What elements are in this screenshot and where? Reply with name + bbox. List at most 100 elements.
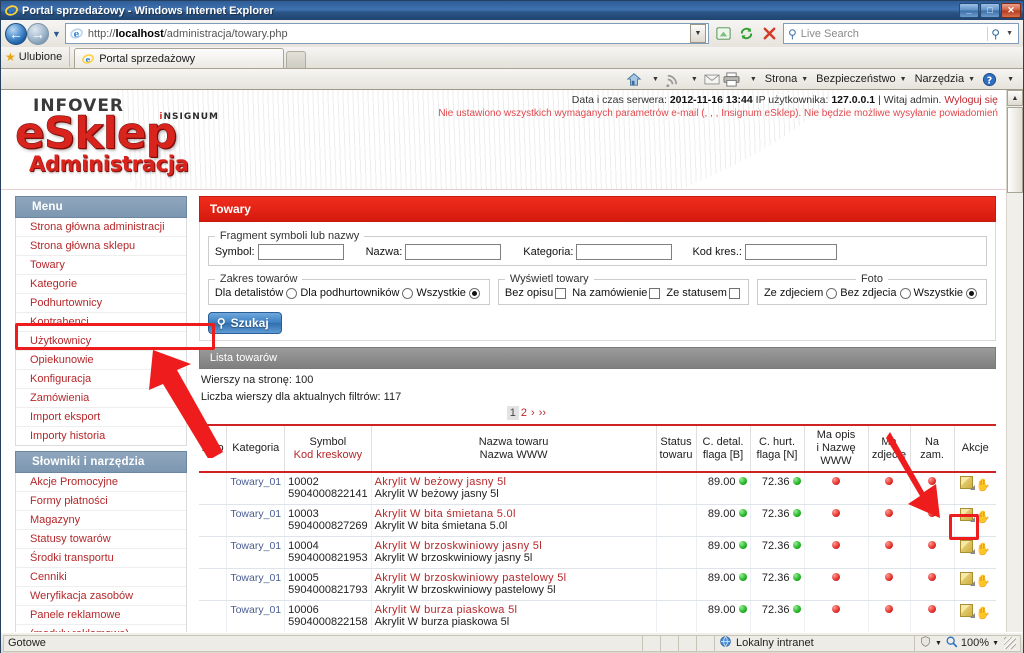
kategoria-input[interactable]	[576, 244, 673, 260]
zakres-option-wszystkie[interactable]: Wszystkie	[416, 287, 483, 299]
col-foto[interactable]: Foto	[198, 424, 227, 473]
command-narzedzia[interactable]: Narzędzia ▼	[912, 70, 978, 89]
sidebar-item-zamowienia[interactable]: Zamówienia	[16, 389, 186, 408]
symbol-input[interactable]	[257, 244, 344, 260]
back-icon[interactable]: ←	[5, 22, 27, 45]
hand-icon[interactable]: ✋	[976, 510, 991, 524]
sidebar-item-srodki-transportu[interactable]: Środki transportu	[16, 549, 186, 568]
zakres-option-podhurtownicy[interactable]: Dla podhurtowników	[300, 287, 416, 299]
checkbox-ze-statusem[interactable]	[728, 287, 740, 299]
print-chevron-down-icon[interactable]: ▼	[743, 70, 760, 89]
table-row[interactable]: Towary_01 10006 5904000822158 Akrylit W b…	[198, 600, 996, 632]
sidebar-item-opiekunowie[interactable]: Opiekunowie	[16, 351, 186, 370]
col-ma-opis[interactable]: Ma opis i Nazwę WWW	[803, 424, 868, 473]
sidebar-item-kategorie[interactable]: Kategorie	[16, 275, 186, 294]
refresh-icon[interactable]	[735, 23, 757, 44]
pager-page-2[interactable]: 2	[519, 407, 529, 419]
sidebar-item-moduly-reklamowe[interactable]: (moduły reklamowe)	[16, 625, 186, 632]
sidebar-item-strona-glowna-sklepu[interactable]: Strona główna sklepu	[16, 237, 186, 256]
address-chevron-down-icon[interactable]: ▼	[690, 24, 706, 43]
search-go-icon[interactable]: ⚲	[987, 26, 1003, 41]
cell-kategoria[interactable]: Towary_01	[226, 568, 285, 601]
sidebar-item-towary[interactable]: Towary	[16, 256, 186, 275]
sidebar-item-akcje-promocyjne[interactable]: Akcje Promocyjne	[16, 473, 186, 492]
sidebar-item-magazyny[interactable]: Magazyny	[16, 511, 186, 530]
cell-kategoria[interactable]: Towary_01	[226, 600, 285, 632]
hand-icon[interactable]: ✋	[976, 606, 991, 620]
feeds-chevron-down-icon[interactable]: ▼	[684, 70, 701, 89]
address-bar[interactable]: e http://localhost/administracja/towary.…	[64, 23, 709, 44]
foto-option-wszystkie[interactable]: Wszystkie	[914, 287, 981, 299]
table-row[interactable]: Towary_01 10002 5904000822141 Akrylit W b…	[198, 472, 996, 505]
sidebar-item-formy-platnosci[interactable]: Formy płatności	[16, 492, 186, 511]
new-tab-button[interactable]	[286, 51, 307, 68]
edit-icon[interactable]	[959, 539, 975, 554]
table-row[interactable]: Towary_01 10004 5904000821953 Akrylit W b…	[198, 536, 996, 569]
radio-foto-wszystkie[interactable]	[966, 287, 977, 299]
radio-wszystkie[interactable]	[468, 287, 480, 299]
edit-icon[interactable]	[959, 571, 975, 586]
radio-bez-zdjecia[interactable]	[899, 287, 911, 299]
zoom-chevron-down-icon[interactable]: ▼	[992, 640, 999, 647]
search-box[interactable]: ⚲ Live Search ⚲ ▼	[783, 23, 1019, 44]
search-button[interactable]: ⚲ Szukaj	[207, 312, 282, 334]
pager-last[interactable]: ››	[537, 407, 548, 419]
hand-icon[interactable]: ✋	[976, 542, 991, 556]
page-scrollbar[interactable]: ▲	[1006, 90, 1023, 632]
nazwa-input[interactable]	[405, 244, 502, 260]
command-strona[interactable]: Strona ▼	[762, 70, 811, 89]
close-button[interactable]: ✕	[1001, 3, 1021, 18]
col-ma-zdjecie[interactable]: Ma zdjecie	[867, 424, 910, 473]
cell-kategoria[interactable]: Towary_01	[226, 504, 285, 537]
sidebar-item-import-eksport[interactable]: Import eksport	[16, 408, 186, 427]
foto-option-bez-zdjecia[interactable]: Bez zdjecia	[840, 287, 913, 299]
home-icon[interactable]	[625, 71, 643, 88]
sidebar-item-importy-historia[interactable]: Importy historia	[16, 427, 186, 445]
cell-kategoria[interactable]: Towary_01	[226, 536, 285, 569]
sidebar-item-cenniki[interactable]: Cenniki	[16, 568, 186, 587]
scrollbar-thumb[interactable]	[1007, 107, 1023, 193]
scroll-up-button[interactable]: ▲	[1007, 90, 1023, 106]
kodkres-input[interactable]	[744, 244, 837, 260]
sidebar-item-kontrahenci[interactable]: Kontrahenci	[16, 313, 186, 332]
checkbox-na-zamowienie[interactable]	[649, 287, 661, 299]
col-akcje[interactable]: Akcje	[953, 424, 996, 473]
table-row[interactable]: Towary_01 10003 5904000827269 Akrylit W b…	[198, 504, 996, 537]
col-kategoria[interactable]: Kategoria	[226, 424, 285, 473]
col-symbol[interactable]: Symbol Kod kreskowy	[284, 424, 372, 473]
print-icon[interactable]	[723, 71, 741, 88]
search-input[interactable]: Live Search	[801, 28, 987, 40]
edit-icon[interactable]	[959, 603, 975, 618]
wyswietl-option-ze-statusem[interactable]: Ze statusem	[666, 287, 742, 299]
pager-next[interactable]: ›	[529, 407, 537, 419]
sidebar-item-strona-glowna-administracji[interactable]: Strona główna administracji	[16, 218, 186, 237]
sidebar-item-konfiguracja[interactable]: Konfiguracja	[16, 370, 186, 389]
foto-option-ze-zdjeciem[interactable]: Ze zdjeciem	[764, 287, 840, 299]
wyswietl-option-bez-opisu[interactable]: Bez opisu	[505, 287, 568, 299]
favorites-button[interactable]: ★ Ulubione	[5, 47, 71, 67]
resize-grip-icon[interactable]	[1004, 637, 1016, 649]
zoom-level[interactable]: 100%	[961, 637, 989, 649]
hand-icon[interactable]: ✋	[976, 574, 991, 588]
sidebar-item-statusy-towarow[interactable]: Statusy towarów	[16, 530, 186, 549]
checkbox-bez-opisu[interactable]	[555, 287, 567, 299]
help-icon[interactable]: ?	[980, 71, 998, 88]
radio-detalisci[interactable]	[286, 287, 298, 299]
maximize-button[interactable]: □	[980, 3, 1000, 18]
col-nazwa[interactable]: Nazwa towaru Nazwa WWW	[370, 424, 656, 473]
zakres-option-detalisci[interactable]: Dla detalistów	[215, 287, 300, 299]
hand-icon[interactable]: ✋	[976, 478, 991, 492]
edit-icon[interactable]	[959, 507, 975, 522]
sidebar-item-uzytkownicy[interactable]: Użytkownicy	[16, 332, 186, 351]
zoom-control[interactable]: ▼ 100% ▼	[913, 634, 1021, 652]
mail-icon[interactable]	[703, 71, 721, 88]
protected-mode-chevron-down-icon[interactable]: ▼	[935, 640, 942, 647]
col-cena-hurt[interactable]: C. hurt. flaga [N]	[749, 424, 804, 473]
stop-icon[interactable]	[758, 23, 780, 44]
compatibility-view-icon[interactable]	[712, 23, 734, 44]
search-provider-chevron-down-icon[interactable]: ▼	[1003, 30, 1016, 37]
command-bezpieczenstwo[interactable]: Bezpieczeństwo ▼	[813, 70, 909, 89]
feeds-icon[interactable]	[664, 71, 682, 88]
sidebar-item-panele-reklamowe[interactable]: Panele reklamowe	[16, 606, 186, 625]
col-status[interactable]: Status towaru	[655, 424, 696, 473]
